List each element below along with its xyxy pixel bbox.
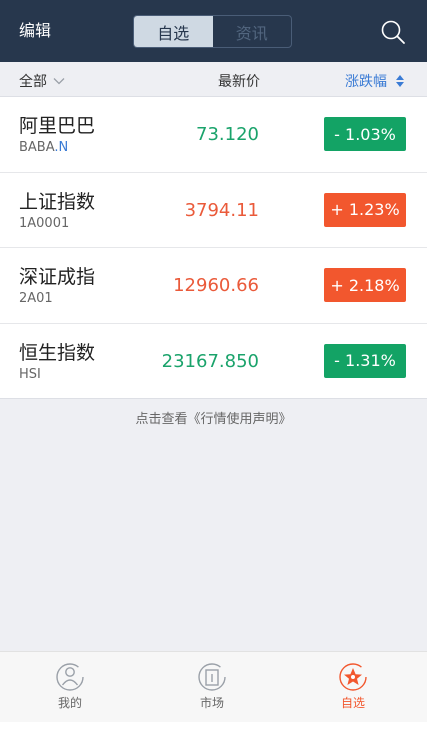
stock-price: 12960.66 [173,275,259,296]
edit-button[interactable]: 编辑 [19,20,51,42]
change-badge[interactable]: + 2.18% [324,268,406,302]
tab-news[interactable]: 资讯 [213,16,292,47]
filter-all-label: 全部 [19,74,47,90]
stock-price: 73.120 [196,124,259,145]
tab-profile-label: 我的 [57,696,82,710]
column-header: 全部 最新价 涨跌幅 [0,62,427,97]
change-badge[interactable]: + 1.23% [324,192,406,227]
price-column-header: 最新价 [218,74,260,90]
tab-market[interactable]: 市场 [172,662,252,711]
tab-watchlist-bottom[interactable]: 自选 [313,662,393,711]
stock-name: 恒生指数 [19,341,96,364]
filter-all-dropdown[interactable]: 全部 [19,71,65,91]
change-badge[interactable]: - 1.03% [324,117,406,151]
sort-icon [396,75,404,87]
top-bar: 编辑 自选 资讯 [0,0,427,62]
stock-name: 深证成指 [19,266,96,288]
stock-row[interactable]: 阿里巴巴 BABA.N 73.120 - 1.03% [0,97,427,173]
tab-profile[interactable]: 我的 [30,662,110,711]
stock-list: 阿里巴巴 BABA.N 73.120 - 1.03% 上证指数 1A0001 3… [0,97,427,399]
search-icon[interactable] [380,19,406,45]
stock-code: HSI [19,366,41,382]
bottom-tab-bar: 我的 市场 自选 [0,651,427,722]
bottom-strip [0,722,427,749]
stock-code: BABA.N [19,140,69,155]
profile-icon [56,663,84,691]
change-column-label: 涨跌幅 [345,74,387,90]
tab-watchlist[interactable]: 自选 [134,16,213,47]
stock-code: 1A0001 [19,215,70,231]
stock-name: 阿里巴巴 [19,115,96,137]
tab-market-label: 市场 [199,696,224,710]
stock-code: 2A01 [19,291,53,306]
chevron-down-icon [53,78,65,85]
stock-row[interactable]: 深证成指 2A01 12960.66 + 2.18% [0,248,427,324]
stock-price: 23167.850 [161,350,259,372]
change-sort-button[interactable]: 涨跌幅 [345,71,405,91]
tab-watchlist-label: 自选 [340,696,365,710]
stock-price: 3794.11 [184,199,259,221]
market-suffix: .N [54,140,69,155]
star-icon [339,663,367,691]
segment-control: 自选 资讯 [133,15,292,48]
stock-row[interactable]: 上证指数 1A0001 3794.11 + 1.23% [0,173,427,248]
change-badge[interactable]: - 1.31% [324,343,406,378]
stock-row[interactable]: 恒生指数 HSI 23167.850 - 1.31% [0,324,427,399]
disclaimer-link[interactable]: 点击查看《行情使用声明》 [0,408,427,427]
stock-name: 上证指数 [19,190,96,213]
market-icon [198,663,226,691]
